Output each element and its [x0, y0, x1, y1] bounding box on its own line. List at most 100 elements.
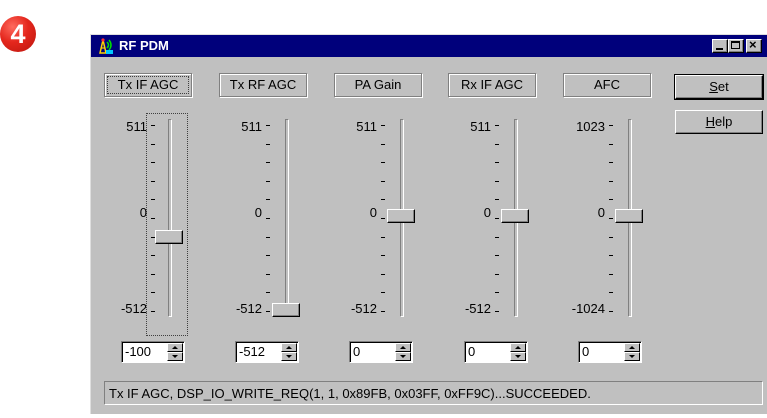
- tick-mark: [609, 237, 613, 238]
- close-icon: ×: [749, 37, 757, 52]
- tick-mark: [495, 255, 499, 256]
- min-tick-label: -1024: [571, 301, 605, 316]
- min-tick-label: -512: [235, 301, 262, 316]
- tick-mark: [151, 144, 155, 145]
- afc-value[interactable]: 0: [582, 344, 589, 359]
- minimize-button[interactable]: [712, 39, 728, 53]
- down-arrow-icon: [286, 355, 292, 358]
- tick-mark: [609, 125, 613, 126]
- up-arrow-icon: [172, 346, 178, 349]
- tick-mark: [609, 181, 613, 182]
- rx-if-agc-spinbox[interactable]: 0: [464, 341, 528, 363]
- status-text: Tx IF AGC, DSP_IO_WRITE_REQ(1, 1, 0x89FB…: [109, 386, 591, 401]
- spin-down-button[interactable]: [624, 352, 640, 361]
- afc-slider-thumb[interactable]: [615, 209, 643, 223]
- tick-mark: [381, 311, 385, 312]
- tx-rf-agc-spinbox[interactable]: -512: [235, 341, 299, 363]
- tick-mark: [266, 218, 270, 219]
- tx-rf-agc-header-button[interactable]: Tx RF AGC: [219, 73, 307, 97]
- tick-mark: [609, 144, 613, 145]
- tick-mark: [381, 199, 385, 200]
- tick-mark: [266, 274, 270, 275]
- spin-down-button[interactable]: [167, 352, 183, 361]
- tick-mark: [381, 162, 385, 163]
- down-arrow-icon: [629, 355, 635, 358]
- tick-mark: [495, 125, 499, 126]
- tick-mark: [495, 237, 499, 238]
- rx-if-agc-header-button[interactable]: Rx IF AGC: [448, 73, 536, 97]
- rx-if-agc-value[interactable]: 0: [468, 344, 475, 359]
- tick-mark: [381, 144, 385, 145]
- tick-mark: [495, 274, 499, 275]
- title-bar[interactable]: RF PDM ×: [91, 35, 767, 57]
- tick-mark: [266, 255, 270, 256]
- spin-up-button[interactable]: [624, 343, 640, 352]
- max-tick-label: 1023: [576, 119, 605, 134]
- set-button[interactable]: Set: [674, 74, 764, 100]
- tick-mark: [609, 292, 613, 293]
- pa-gain-header-button[interactable]: PA Gain: [334, 73, 422, 97]
- spin-down-button[interactable]: [281, 352, 297, 361]
- up-arrow-icon: [515, 346, 521, 349]
- tick-mark: [151, 218, 155, 219]
- tick-mark: [381, 237, 385, 238]
- tx-rf-agc-value[interactable]: -512: [239, 344, 265, 359]
- max-tick-label: 511: [470, 119, 491, 134]
- status-bar: Tx IF AGC, DSP_IO_WRITE_REQ(1, 1, 0x89FB…: [104, 381, 763, 405]
- zero-tick-label: 0: [369, 205, 377, 220]
- tick-mark: [609, 162, 613, 163]
- down-arrow-icon: [400, 355, 406, 358]
- tx-rf-agc-slider-track[interactable]: [285, 119, 289, 317]
- tick-mark: [151, 274, 155, 275]
- tx-if-agc-slider-track[interactable]: [168, 119, 172, 317]
- pa-gain-value[interactable]: 0: [353, 344, 360, 359]
- tick-mark: [266, 125, 270, 126]
- tick-mark: [609, 255, 613, 256]
- tick-mark: [495, 218, 499, 219]
- tx-if-agc-header-button[interactable]: Tx IF AGC: [104, 73, 192, 97]
- afc-header-button[interactable]: AFC: [563, 73, 651, 97]
- spin-up-button[interactable]: [167, 343, 183, 352]
- maximize-icon: [731, 41, 740, 49]
- maximize-button[interactable]: [728, 39, 744, 53]
- spin-up-button[interactable]: [395, 343, 411, 352]
- help-button[interactable]: Help: [675, 110, 763, 134]
- zero-tick-label: 0: [254, 205, 262, 220]
- min-tick-label: -512: [350, 301, 377, 316]
- step-number-badge: 4: [0, 16, 36, 52]
- up-arrow-icon: [286, 346, 292, 349]
- tick-mark: [495, 162, 499, 163]
- help-mnemonic: H: [705, 114, 716, 129]
- max-tick-label: 511: [241, 119, 262, 134]
- spin-up-button[interactable]: [281, 343, 297, 352]
- spin-down-button[interactable]: [395, 352, 411, 361]
- pa-gain-spinbox[interactable]: 0: [349, 341, 413, 363]
- tick-mark: [151, 237, 155, 238]
- max-tick-label: 511: [356, 119, 377, 134]
- tick-mark: [381, 274, 385, 275]
- tx-if-agc-value[interactable]: -100: [125, 344, 151, 359]
- tick-mark: [609, 218, 613, 219]
- tick-mark: [151, 292, 155, 293]
- pa-gain-slider-thumb[interactable]: [387, 209, 415, 223]
- rx-if-agc-slider-thumb[interactable]: [501, 209, 529, 223]
- spin-down-button[interactable]: [510, 352, 526, 361]
- window-title: RF PDM: [119, 38, 169, 53]
- tx-rf-agc-slider-thumb[interactable]: [272, 303, 300, 317]
- zero-tick-label: 0: [597, 205, 605, 220]
- tick-mark: [266, 144, 270, 145]
- afc-spinbox[interactable]: 0: [578, 341, 642, 363]
- spin-up-button[interactable]: [510, 343, 526, 352]
- tick-mark: [495, 199, 499, 200]
- tick-mark: [266, 237, 270, 238]
- tick-mark: [266, 181, 270, 182]
- tx-if-agc-spinbox[interactable]: -100: [121, 341, 185, 363]
- tick-mark: [609, 274, 613, 275]
- tx-if-agc-slider-thumb[interactable]: [155, 230, 183, 244]
- max-tick-label: 511: [126, 119, 147, 134]
- tick-mark: [266, 292, 270, 293]
- close-button[interactable]: ×: [746, 37, 762, 53]
- minimize-icon: [716, 48, 723, 50]
- zero-tick-label: 0: [139, 205, 147, 220]
- help-label: elp: [715, 114, 733, 129]
